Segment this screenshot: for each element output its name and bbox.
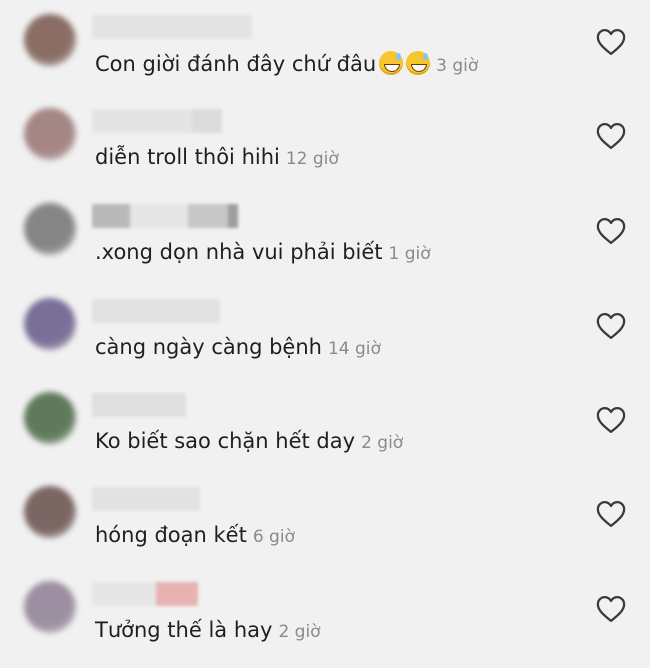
commenter-avatar[interactable] [24, 108, 76, 160]
heart-outline-icon[interactable] [596, 28, 626, 56]
commenter-username-blurred[interactable] [92, 109, 222, 133]
comment-body: hóng đoạn kết 6 giờ [95, 523, 295, 547]
heart-outline-icon[interactable] [596, 217, 626, 245]
heart-outline-icon[interactable] [596, 500, 626, 528]
comment-body: .xong dọn nhà vui phải biết 1 giờ [95, 240, 431, 264]
comment-text: diễn troll thôi hihi [95, 145, 280, 169]
comment-timestamp: 2 giờ [278, 622, 321, 642]
comment-item: hóng đoạn kết 6 giờ [0, 470, 650, 564]
heart-outline-icon[interactable] [596, 595, 626, 623]
commenter-username-blurred[interactable] [92, 487, 200, 511]
commenter-username-blurred[interactable] [92, 393, 186, 417]
comment-item: diễn troll thôi hihi 12 giờ [0, 92, 650, 186]
commenter-avatar[interactable] [24, 14, 76, 66]
grinning-sweat-emoji-icon [406, 51, 431, 75]
comment-list: Con giời đánh đây chứ đâu 3 giờ diễn troll… [0, 0, 650, 668]
commenter-avatar[interactable] [24, 581, 76, 633]
comment-body: Ko biết sao chặn hết day 2 giờ [95, 429, 403, 453]
comment-body: Tưởng thế là hay 2 giờ [95, 618, 321, 642]
comment-text: Con giời đánh đây chứ đâu [95, 52, 377, 76]
comment-item: Con giời đánh đây chứ đâu 3 giờ [0, 0, 650, 92]
heart-outline-icon[interactable] [596, 122, 626, 150]
grinning-sweat-emoji-icon [379, 51, 404, 75]
heart-outline-icon[interactable] [596, 406, 626, 434]
commenter-avatar[interactable] [24, 298, 76, 350]
commenter-username-blurred[interactable] [92, 204, 238, 228]
comment-item: Ko biết sao chặn hết day 2 giờ [0, 376, 650, 470]
comment-text: Tưởng thế là hay [95, 618, 273, 642]
commenter-avatar[interactable] [24, 486, 76, 538]
comment-text: càng ngày càng bệnh [95, 335, 322, 359]
comment-timestamp: 6 giờ [252, 527, 295, 547]
comment-item: Tưởng thế là hay 2 giờ [0, 565, 650, 659]
comment-text: Ko biết sao chặn hết day [95, 429, 356, 453]
comment-item: càng ngày càng bệnh 14 giờ [0, 282, 650, 376]
comment-timestamp: 12 giờ [285, 149, 339, 169]
comment-body: diễn troll thôi hihi 12 giờ [95, 145, 339, 169]
comment-item: .xong dọn nhà vui phải biết 1 giờ [0, 187, 650, 281]
comment-timestamp: 2 giờ [361, 433, 404, 453]
comment-timestamp: 14 giờ [327, 339, 381, 359]
comment-timestamp: 1 giờ [388, 244, 431, 264]
comment-text: .xong dọn nhà vui phải biết [95, 240, 383, 264]
comment-body: Con giời đánh đây chứ đâu 3 giờ [95, 51, 478, 76]
commenter-username-blurred[interactable] [92, 582, 198, 606]
comment-timestamp: 3 giờ [436, 56, 479, 76]
commenter-avatar[interactable] [24, 203, 76, 255]
heart-outline-icon[interactable] [596, 312, 626, 340]
comment-body: càng ngày càng bệnh 14 giờ [95, 335, 381, 359]
commenter-username-blurred[interactable] [92, 299, 220, 323]
commenter-avatar[interactable] [24, 392, 76, 444]
commenter-username-blurred[interactable] [92, 15, 252, 39]
comment-text: hóng đoạn kết [95, 523, 247, 547]
